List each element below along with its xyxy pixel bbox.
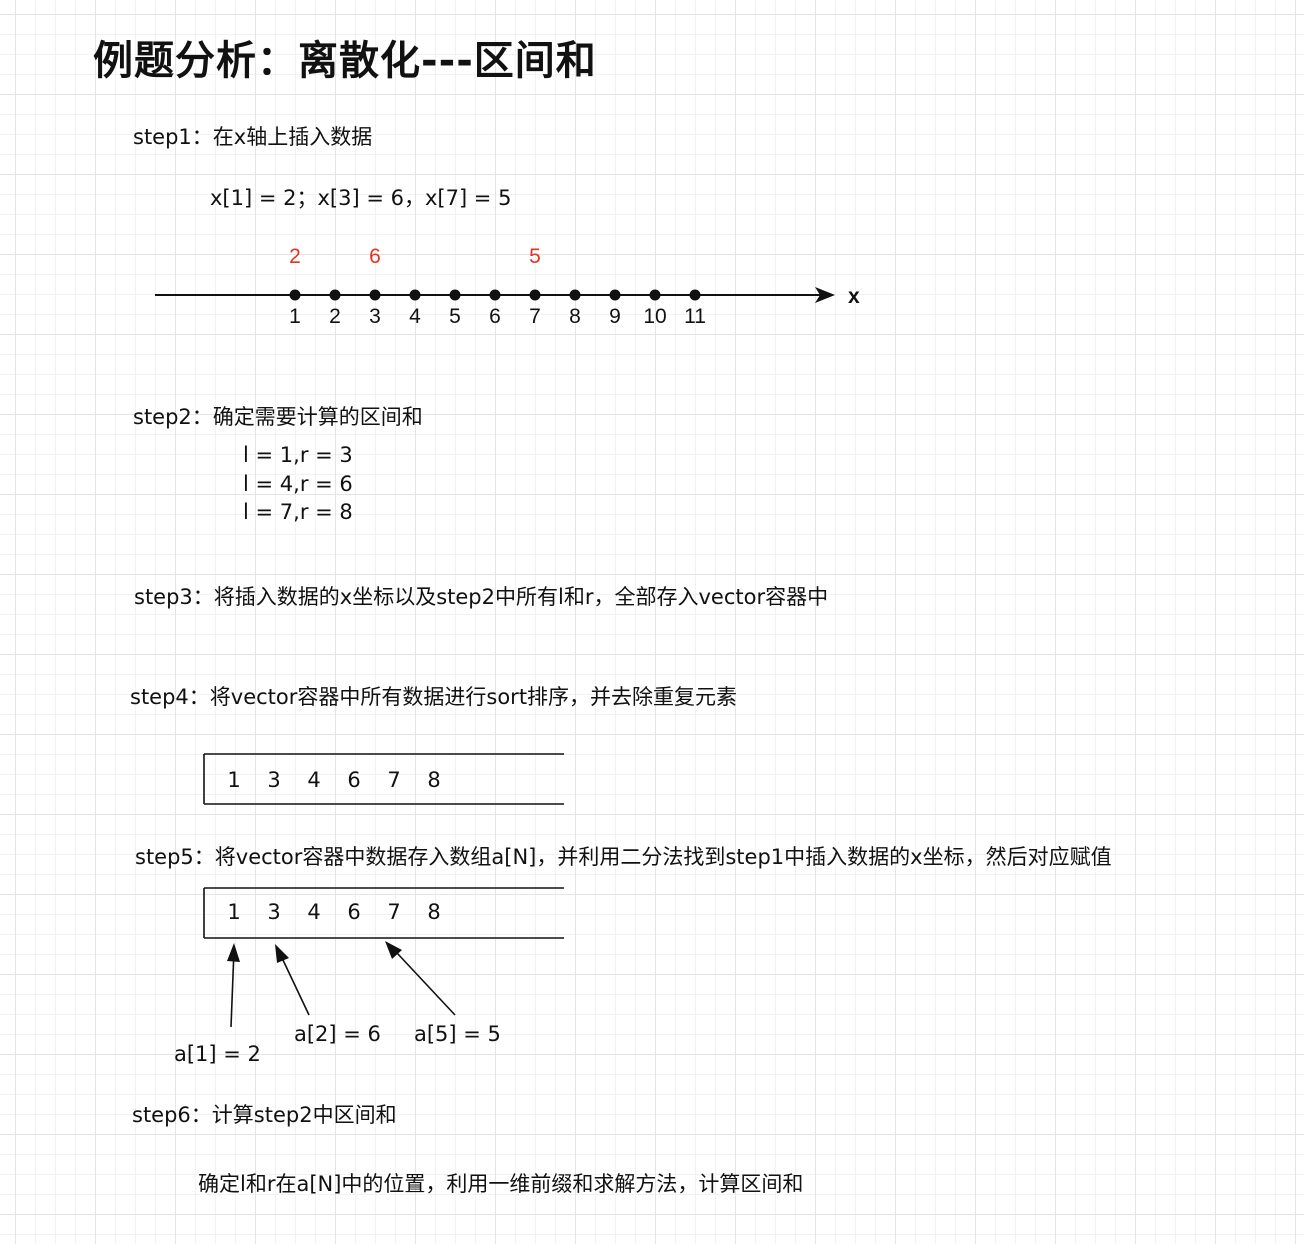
step5-cell-5: 8 <box>427 900 441 924</box>
step5-cell-2: 4 <box>307 900 321 924</box>
step5-cell-0: 1 <box>227 900 241 924</box>
pointer-label-a1: a[1] = 2 <box>174 1042 261 1066</box>
step4-cell-3: 6 <box>347 768 361 792</box>
pointer-label-a2: a[2] = 6 <box>294 1022 381 1046</box>
step5-cell-4: 7 <box>387 900 401 924</box>
pointer-label-a5: a[5] = 5 <box>414 1022 501 1046</box>
step4-cell-2: 4 <box>307 768 321 792</box>
pointer-arrow-a1 <box>227 943 240 1028</box>
step5-cell-3: 6 <box>347 900 361 924</box>
step5-cell-1: 3 <box>267 900 281 924</box>
step6-label: step6：计算step2中区间和 <box>132 1103 397 1127</box>
step6-desc: 确定l和r在a[N]中的位置，利用一维前缀和求解方法，计算区间和 <box>198 1172 804 1196</box>
pointer-arrow-a2 <box>275 944 310 1016</box>
step4-cell-0: 1 <box>227 768 241 792</box>
step4-cell-4: 7 <box>387 768 401 792</box>
step4-cell-5: 8 <box>427 768 441 792</box>
step4-cell-1: 3 <box>267 768 281 792</box>
pointer-arrow-a5 <box>385 941 456 1016</box>
